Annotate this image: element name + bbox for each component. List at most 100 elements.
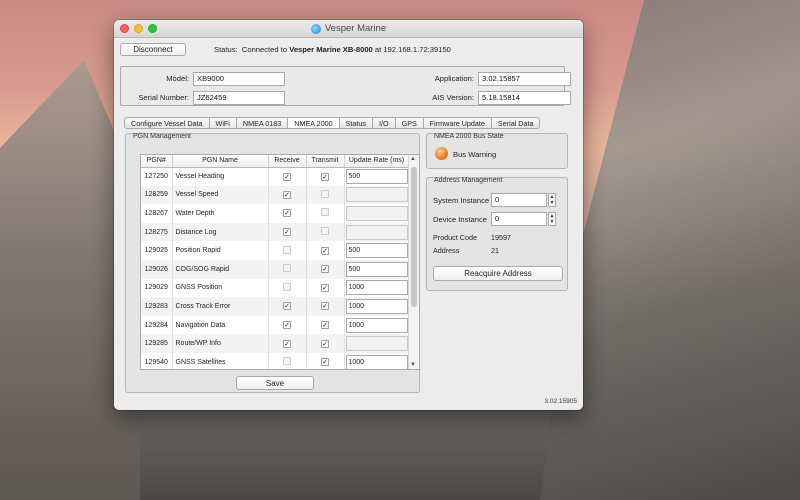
receive-checkbox[interactable]: ✓	[283, 339, 291, 348]
pgn-management-title: PGN Management	[133, 133, 191, 140]
ais-version-field[interactable]: 5.18.15814	[478, 91, 571, 105]
tab-bar: Configure Vessel Data WiFi NMEA 0183 NME…	[124, 117, 541, 129]
receive-checkbox[interactable]: ✓	[283, 228, 291, 237]
column-receive[interactable]: Receive	[268, 155, 307, 168]
pgn-number: 128275	[141, 222, 173, 242]
receive-checkbox	[283, 264, 291, 273]
reacquire-address-button[interactable]: Reacquire Address	[433, 266, 563, 281]
transmit-checkbox	[321, 189, 329, 198]
receive-checkbox[interactable]: ✓	[283, 302, 291, 311]
receive-checkbox	[283, 245, 291, 254]
update-rate-field[interactable]: 1000	[345, 317, 408, 333]
application-field[interactable]: 3.02.15857	[478, 72, 571, 86]
table-row[interactable]: 129025 Position Rapid ✓ 500	[141, 241, 410, 260]
update-rate-field	[345, 224, 408, 240]
table-row[interactable]: 128275 Distance Log ✓	[141, 222, 410, 242]
status-text: Connected to	[241, 45, 288, 54]
transmit-checkbox[interactable]: ✓	[321, 339, 329, 348]
warning-status-icon	[435, 147, 448, 160]
table-row[interactable]: 129029 GNSS Position ✓ 1000	[141, 278, 410, 298]
minimize-window-button[interactable]	[134, 24, 143, 33]
table-row[interactable]: 129284 Navigation Data ✓ ✓ 1000	[141, 315, 410, 335]
pgn-name: Route/WP Info	[172, 334, 269, 353]
update-rate-field[interactable]: 500	[345, 243, 408, 259]
bus-state-status: Bus Warning	[453, 150, 497, 159]
pgn-table-scrollbar[interactable]: ▲ ▼	[408, 155, 419, 369]
pgn-table-body: 127250 Vessel Heading ✓ ✓ 500 128259 Vessel Sp…	[141, 167, 410, 369]
pgn-number: 129540	[141, 352, 173, 369]
pgn-number: 129285	[141, 334, 173, 353]
status-prefix: Status:	[214, 45, 238, 54]
close-window-button[interactable]	[120, 24, 129, 33]
update-rate-field[interactable]: 1000	[345, 354, 408, 369]
model-field[interactable]: XB9000	[193, 72, 285, 86]
app-version: 3.02.15905	[544, 398, 577, 405]
receive-checkbox	[283, 282, 291, 291]
transmit-checkbox[interactable]: ✓	[321, 172, 329, 181]
tab-serial-data[interactable]: Serial Data	[491, 117, 541, 129]
serial-number-field[interactable]: JZ62459	[193, 91, 285, 105]
transmit-checkbox[interactable]: ✓	[321, 283, 329, 292]
bus-state-group: NMEA 2000 Bus State Bus Warning	[426, 133, 568, 169]
scroll-up-icon[interactable]: ▲	[410, 156, 416, 162]
disconnect-button[interactable]: Disconnect	[120, 43, 186, 56]
device-instance-stepper[interactable]: ▲ ▼	[548, 212, 556, 226]
table-row[interactable]: 129540 GNSS Satellites ✓ 1000	[141, 352, 410, 369]
update-rate-field[interactable]: 1000	[345, 280, 408, 296]
table-row[interactable]: 129026 COG/SOG Rapid ✓ 500	[141, 259, 410, 279]
transmit-checkbox[interactable]: ✓	[321, 265, 329, 274]
tab-nmea-2000[interactable]: NMEA 2000	[288, 117, 340, 129]
scroll-thumb[interactable]	[411, 167, 417, 307]
stepper-down-icon[interactable]: ▼	[550, 219, 555, 225]
scroll-down-icon[interactable]: ▼	[410, 362, 416, 368]
receive-checkbox[interactable]: ✓	[283, 209, 291, 218]
status-address: at 192.168.1.72:39150	[374, 45, 451, 54]
transmit-checkbox[interactable]: ✓	[321, 358, 329, 367]
table-row[interactable]: 128267 Water Depth ✓	[141, 204, 410, 223]
title-bar[interactable]: Vesper Marine	[114, 20, 583, 38]
transmit-checkbox[interactable]: ✓	[321, 302, 329, 311]
pgn-name: Vessel Speed	[172, 185, 269, 205]
device-info-panel: Model: XB9000 Serial Number: JZ62459 App…	[120, 66, 571, 106]
zoom-window-button[interactable]	[148, 24, 157, 33]
device-instance-label: Device Instance	[433, 215, 488, 224]
table-row[interactable]: 129285 Route/WP Info ✓ ✓	[141, 334, 410, 353]
transmit-checkbox[interactable]: ✓	[321, 321, 329, 330]
receive-checkbox[interactable]: ✓	[283, 321, 291, 330]
device-instance-field[interactable]: 0	[491, 212, 547, 226]
tab-gps[interactable]: GPS	[395, 117, 424, 129]
tab-nmea-0183[interactable]: NMEA 0183	[236, 117, 289, 129]
update-rate-field[interactable]: 500	[345, 261, 408, 277]
update-rate-field[interactable]: 500	[345, 169, 408, 185]
table-row[interactable]: 128259 Vessel Speed ✓	[141, 185, 410, 205]
stepper-down-icon[interactable]: ▼	[550, 200, 555, 206]
pgn-management-group: PGN Management PGN# PGN Name Receive Tra…	[125, 133, 420, 393]
tab-status[interactable]: Status	[339, 117, 374, 129]
update-rate-field	[345, 336, 408, 352]
ais-version-label: AIS Version:	[432, 93, 474, 102]
table-row[interactable]: 129283 Cross Track Error ✓ ✓ 1000	[141, 297, 410, 316]
pgn-table-header: PGN# PGN Name Receive Transmit Update Ra…	[141, 155, 410, 168]
system-instance-stepper[interactable]: ▲ ▼	[548, 193, 556, 207]
pgn-name: GNSS Satellites	[172, 352, 269, 369]
application-label: Application:	[434, 74, 474, 83]
nmea-2000-panel: PGN Management PGN# PGN Name Receive Tra…	[119, 129, 577, 395]
window-title: Vesper Marine	[324, 23, 387, 34]
receive-checkbox[interactable]: ✓	[283, 172, 291, 181]
pgn-name: COG/SOG Rapid	[172, 259, 269, 279]
column-pgn[interactable]: PGN#	[141, 155, 173, 168]
pgn-number: 129284	[141, 315, 173, 335]
update-rate-field[interactable]: 1000	[345, 298, 408, 314]
transmit-checkbox[interactable]: ✓	[321, 246, 329, 255]
column-pgn-name[interactable]: PGN Name	[172, 155, 269, 168]
column-transmit[interactable]: Transmit	[306, 155, 345, 168]
receive-checkbox[interactable]: ✓	[283, 190, 291, 199]
system-instance-field[interactable]: 0	[491, 193, 547, 207]
tab-wifi[interactable]: WiFi	[209, 117, 237, 129]
table-row[interactable]: 127250 Vessel Heading ✓ ✓ 500	[141, 167, 410, 186]
tab-configure-vessel-data[interactable]: Configure Vessel Data	[124, 117, 210, 129]
column-update-rate[interactable]: Update Rate (ms)	[344, 155, 410, 168]
tab-io[interactable]: I/O	[373, 117, 396, 129]
tab-firmware-update[interactable]: Firmware Update	[423, 117, 492, 129]
save-button[interactable]: Save	[236, 376, 314, 390]
